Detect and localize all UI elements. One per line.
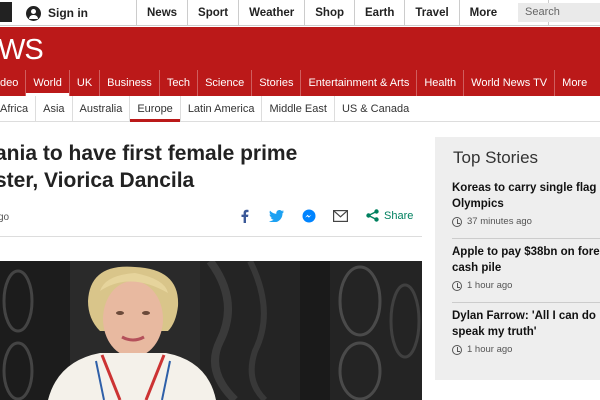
top-nav-weather[interactable]: Weather	[238, 0, 304, 26]
main-nav-more[interactable]: More	[554, 70, 594, 96]
share-label[interactable]: Share	[384, 210, 413, 222]
main-nav: deo World UK Business Tech Science Stori…	[0, 70, 600, 96]
story-title-line-2[interactable]: Olympics	[452, 196, 600, 212]
story-title-line-2[interactable]: speak my truth'	[452, 324, 600, 340]
news-wordmark-logo[interactable]: WS	[0, 34, 44, 67]
sub-nav-latin-america[interactable]: Latin America	[179, 96, 262, 122]
sub-nav-africa[interactable]: Africa	[0, 96, 35, 122]
story-divider	[452, 238, 600, 239]
story-title-line-1[interactable]: Apple to pay $38bn on fore	[452, 244, 600, 260]
user-icon	[26, 5, 41, 21]
article-headline: ania to have first female prime ster, Vi…	[0, 140, 405, 194]
sign-in-label: Sign in	[48, 6, 88, 20]
top-nav-shop[interactable]: Shop	[304, 0, 354, 26]
sub-nav-europe[interactable]: Europe	[129, 96, 181, 122]
sub-nav-australia[interactable]: Australia	[71, 96, 130, 122]
top-story-item[interactable]: Koreas to carry single flag Olympics 37 …	[452, 180, 600, 227]
email-icon[interactable]	[333, 208, 348, 223]
story-time-label: 1 hour ago	[467, 280, 513, 291]
headline-line-2: ster, Viorica Dancila	[0, 169, 195, 192]
share-bar: Share	[237, 208, 413, 223]
search-input[interactable]: Search	[518, 3, 600, 22]
main-nav-entertainment[interactable]: Entertainment & Arts	[300, 70, 416, 96]
main-nav-health[interactable]: Health	[416, 70, 463, 96]
main-nav-stories[interactable]: Stories	[251, 70, 300, 96]
story-timestamp: 37 minutes ago	[452, 216, 600, 227]
top-nav: News Sport Weather Shop Earth Travel Mor…	[136, 0, 549, 26]
top-nav-more-label: More	[469, 7, 498, 19]
main-nav-uk[interactable]: UK	[68, 70, 99, 96]
top-nav-earth[interactable]: Earth	[354, 0, 404, 26]
messenger-icon[interactable]	[301, 208, 316, 223]
sub-nav-middle-east[interactable]: Middle East	[261, 96, 333, 122]
article-photo	[0, 261, 422, 400]
top-bar: Sign in News Sport Weather Shop Earth Tr…	[0, 0, 600, 26]
story-title-line-2[interactable]: cash pile	[452, 260, 600, 276]
story-title-line-1[interactable]: Koreas to carry single flag	[452, 180, 600, 196]
story-timestamp: 1 hour ago	[452, 280, 600, 291]
sub-nav-us-canada[interactable]: US & Canada	[333, 96, 416, 122]
top-story-item[interactable]: Apple to pay $38bn on fore cash pile 1 h…	[452, 244, 600, 291]
share-icon[interactable]	[365, 208, 380, 223]
article-divider	[0, 236, 422, 237]
top-nav-sport[interactable]: Sport	[187, 0, 238, 26]
clock-icon	[452, 280, 462, 291]
facebook-icon[interactable]	[237, 208, 252, 223]
article-timestamp: go	[0, 212, 10, 223]
main-nav-world[interactable]: World	[25, 70, 69, 96]
story-time-label: 37 minutes ago	[467, 216, 532, 227]
sign-in-button[interactable]: Sign in	[26, 4, 88, 22]
sub-nav-asia[interactable]: Asia	[35, 96, 71, 122]
main-nav-business[interactable]: Business	[99, 70, 159, 96]
top-nav-travel[interactable]: Travel	[404, 0, 458, 26]
story-timestamp: 1 hour ago	[452, 344, 600, 355]
site-logo[interactable]	[0, 2, 12, 22]
top-story-item[interactable]: Dylan Farrow: 'All I can do speak my tru…	[452, 308, 600, 355]
story-title-line-1[interactable]: Dylan Farrow: 'All I can do	[452, 308, 600, 324]
story-divider	[452, 302, 600, 303]
clock-icon	[452, 344, 462, 355]
main-nav-tech[interactable]: Tech	[158, 70, 197, 96]
clock-icon	[452, 216, 462, 227]
twitter-icon[interactable]	[269, 208, 284, 223]
main-nav-video[interactable]: deo	[0, 70, 25, 96]
main-nav-world-news-tv[interactable]: World News TV	[463, 70, 554, 96]
main-nav-science[interactable]: Science	[197, 70, 251, 96]
story-time-label: 1 hour ago	[467, 344, 513, 355]
top-nav-news[interactable]: News	[136, 0, 187, 26]
headline-line-1: ania to have first female prime	[0, 142, 298, 165]
top-stories-title: Top Stories	[453, 148, 539, 167]
region-sub-nav: Africa Asia Australia Europe Latin Ameri…	[0, 96, 600, 122]
